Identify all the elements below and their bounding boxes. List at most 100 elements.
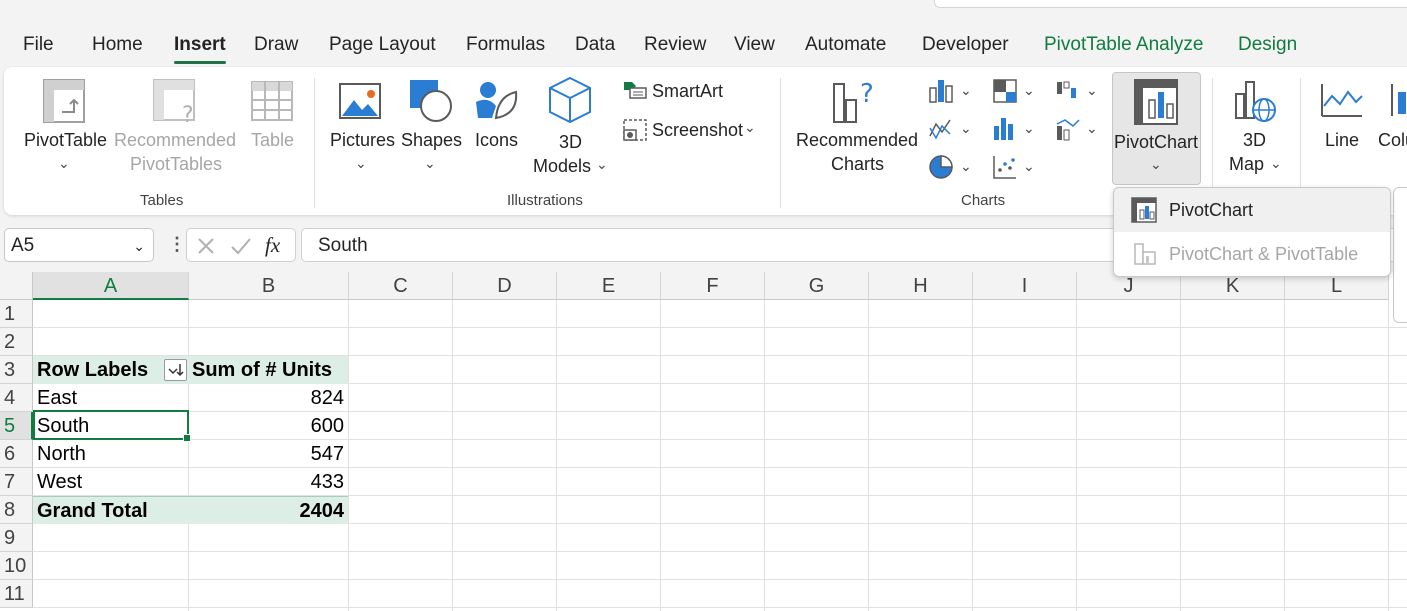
pivot-row-value[interactable]: 547 xyxy=(189,440,348,468)
waterfall-chart-icon[interactable] xyxy=(1055,78,1081,104)
formula-value: South xyxy=(318,235,368,256)
column-header-b[interactable]: B xyxy=(189,272,349,300)
row-header-8[interactable]: 8 xyxy=(0,496,33,524)
tab-automate[interactable]: Automate xyxy=(805,34,886,56)
menu-item-label: PivotChart xyxy=(1169,200,1254,220)
more-icon[interactable]: ⋮ xyxy=(168,235,186,253)
insert-function-icon[interactable]: fx xyxy=(265,233,280,258)
column-chart-icon[interactable] xyxy=(928,78,954,104)
search-box[interactable] xyxy=(934,0,1407,8)
3d-models-label-2[interactable]: Models xyxy=(533,154,591,178)
filter-dropdown-button[interactable] xyxy=(164,359,187,381)
hierarchy-chart-icon[interactable] xyxy=(992,78,1018,104)
screenshot-button[interactable]: Screenshot xyxy=(652,118,743,142)
row-header-6[interactable]: 6 xyxy=(0,440,33,468)
sparkline-column-button[interactable]: Colu xyxy=(1378,128,1407,152)
row-header-2[interactable]: 2 xyxy=(0,328,33,356)
recommended-charts-icon: ? xyxy=(833,79,874,123)
select-all-button[interactable] xyxy=(0,272,33,300)
chevron-down-icon[interactable]: ⌄ xyxy=(133,238,145,255)
icons-icon xyxy=(476,82,518,120)
pictures-button[interactable]: Pictures xyxy=(330,128,395,152)
row-header-11[interactable]: 11 xyxy=(0,580,33,608)
row-header-5[interactable]: 5 xyxy=(0,412,33,440)
gridline xyxy=(452,300,453,611)
gridline xyxy=(868,300,869,611)
chevron-down-icon[interactable]: ⌄ xyxy=(960,121,972,135)
statistic-chart-icon[interactable] xyxy=(992,116,1018,142)
tab-pivottable-analyze[interactable]: PivotTable Analyze xyxy=(1044,34,1204,56)
tab-home[interactable]: Home xyxy=(92,34,143,56)
pivot-row-value[interactable]: 600 xyxy=(189,412,348,440)
chevron-down-icon[interactable]: ⌄ xyxy=(596,157,608,171)
3d-map-label-1[interactable]: 3D xyxy=(1243,128,1266,152)
3d-models-label-1[interactable]: 3D xyxy=(559,130,582,154)
smartart-button[interactable]: SmartArt xyxy=(652,79,723,103)
scatter-chart-icon[interactable] xyxy=(992,154,1018,180)
column-header-d[interactable]: D xyxy=(453,272,557,300)
tab-draw[interactable]: Draw xyxy=(254,34,298,56)
tab-design[interactable]: Design xyxy=(1238,34,1297,56)
row-header-1[interactable]: 1 xyxy=(0,300,33,328)
column-header-f[interactable]: F xyxy=(661,272,765,300)
chevron-down-icon[interactable]: ⌄ xyxy=(1023,121,1035,135)
row-header-10[interactable]: 10 xyxy=(0,552,33,580)
recommended-charts-label-2[interactable]: Charts xyxy=(831,152,884,176)
pie-chart-icon[interactable] xyxy=(928,154,954,180)
line-chart-icon[interactable] xyxy=(928,116,954,142)
column-header-g[interactable]: G xyxy=(765,272,869,300)
column-header-c[interactable]: C xyxy=(349,272,453,300)
chevron-down-icon[interactable]: ⌄ xyxy=(424,156,436,170)
chevron-down-icon[interactable]: ⌄ xyxy=(960,159,972,173)
combo-chart-icon[interactable] xyxy=(1055,116,1081,142)
tab-data[interactable]: Data xyxy=(575,34,615,56)
column-header-e[interactable]: E xyxy=(557,272,661,300)
row-header-4[interactable]: 4 xyxy=(0,384,33,412)
pivot-row-value[interactable]: 824 xyxy=(189,384,348,412)
pivot-row-label[interactable]: West xyxy=(33,468,189,496)
row-header-3[interactable]: 3 xyxy=(0,356,33,384)
tab-page-layout[interactable]: Page Layout xyxy=(329,34,436,56)
name-box[interactable]: A5 ⌄ xyxy=(4,228,154,262)
enter-icon[interactable] xyxy=(229,235,253,257)
chevron-down-icon[interactable]: ⌄ xyxy=(1270,156,1282,170)
cancel-icon[interactable] xyxy=(195,235,217,257)
chevron-down-icon[interactable]: ⌄ xyxy=(355,156,367,170)
3d-map-label-2[interactable]: Map xyxy=(1229,152,1264,176)
chevron-down-icon[interactable]: ⌄ xyxy=(1086,83,1098,97)
tab-file[interactable]: File xyxy=(23,34,54,56)
tab-view[interactable]: View xyxy=(734,34,775,56)
chevron-down-icon[interactable]: ⌄ xyxy=(960,83,972,97)
sparkline-line-button[interactable]: Line xyxy=(1325,128,1359,152)
row-header-7[interactable]: 7 xyxy=(0,468,33,496)
svg-text:?: ? xyxy=(182,103,194,126)
pivottable-button[interactable]: PivotTable xyxy=(24,128,107,152)
chevron-down-icon[interactable]: ⌄ xyxy=(1023,83,1035,97)
menu-item-pivotchart[interactable]: PivotChart xyxy=(1114,188,1390,232)
column-header-h[interactable]: H xyxy=(869,272,973,300)
pivot-grand-total-value[interactable]: 2404 xyxy=(189,496,348,524)
sparkline-line-icon xyxy=(1321,84,1363,117)
pivot-row-value[interactable]: 433 xyxy=(189,468,348,496)
recommended-charts-label-1[interactable]: Recommended xyxy=(796,128,918,152)
row-header-9[interactable]: 9 xyxy=(0,524,33,552)
pivotchart-label[interactable]: PivotChart xyxy=(1114,130,1198,154)
icons-button[interactable]: Icons xyxy=(475,128,518,152)
tab-developer[interactable]: Developer xyxy=(922,34,1009,56)
chevron-down-icon[interactable]: ⌄ xyxy=(58,156,70,170)
tab-formulas[interactable]: Formulas xyxy=(466,34,545,56)
tab-insert[interactable]: Insert xyxy=(174,34,226,64)
pivot-grand-total-label[interactable]: Grand Total xyxy=(33,496,189,524)
column-header-a[interactable]: A xyxy=(33,272,189,300)
pivot-row-label[interactable]: North xyxy=(33,440,189,468)
chevron-down-icon[interactable]: ⌄ xyxy=(1150,157,1162,171)
pivotchart-pivottable-icon xyxy=(1134,243,1156,265)
pivot-values-header[interactable]: Sum of # Units xyxy=(189,356,348,384)
chevron-down-icon[interactable]: ⌄ xyxy=(1023,159,1035,173)
tab-review[interactable]: Review xyxy=(644,34,706,56)
pivot-row-label[interactable]: East xyxy=(33,384,189,412)
chevron-down-icon[interactable]: ⌄ xyxy=(1086,121,1098,135)
shapes-button[interactable]: Shapes xyxy=(401,128,462,152)
column-header-i[interactable]: I xyxy=(973,272,1077,300)
chevron-down-icon[interactable]: ⌄ xyxy=(744,120,756,134)
